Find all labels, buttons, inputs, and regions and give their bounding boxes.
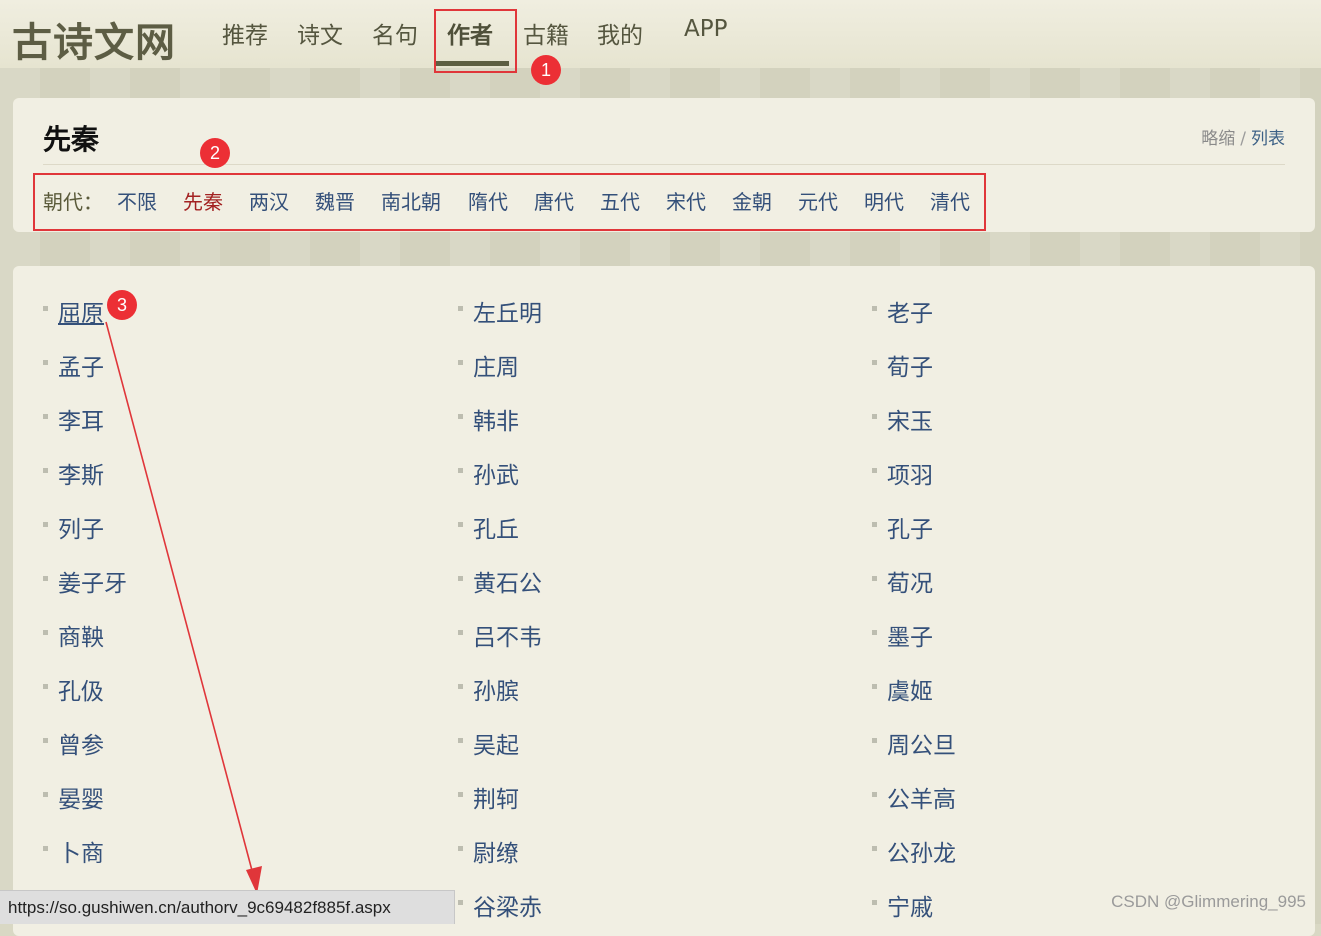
annotation-arrow bbox=[105, 321, 262, 894]
watermark: CSDN @Glimmering_995 bbox=[1111, 892, 1306, 911]
status-bar-url: https://so.gushiwen.cn/authorv_9c69482f8… bbox=[0, 890, 455, 924]
